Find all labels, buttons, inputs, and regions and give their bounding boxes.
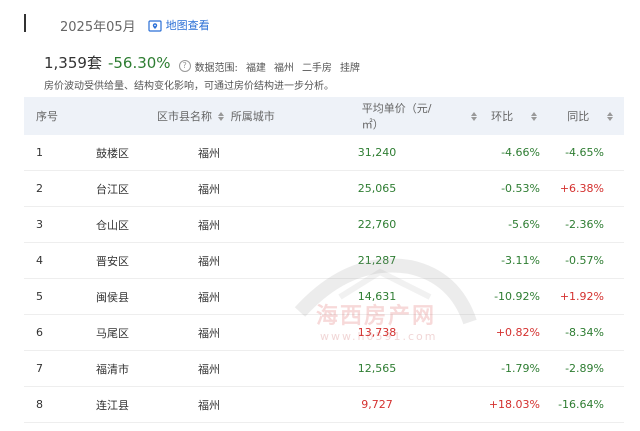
row-district-name: 闽侯县 bbox=[96, 290, 129, 304]
scope-tag-province: 福建 bbox=[245, 62, 266, 74]
row-yoy-change: -8.34% bbox=[565, 326, 604, 339]
row-mom-change: -5.6% bbox=[508, 218, 540, 231]
row-mom-change: -4.66% bbox=[501, 146, 540, 159]
header-no: 序号 bbox=[36, 110, 58, 123]
scope-label: 数据范围: bbox=[194, 62, 238, 74]
scope-tag-status: 挂牌 bbox=[339, 62, 360, 74]
header-hb-label: 环比 bbox=[491, 110, 514, 123]
row-mom-change: -0.53% bbox=[501, 182, 540, 195]
row-district-name: 晋安区 bbox=[96, 254, 129, 268]
table-header: 序号 区市县名称 所属城市 平均单价（元/㎡） 环比 同比 bbox=[24, 97, 624, 135]
row-city: 福州 bbox=[198, 398, 220, 412]
header-hb[interactable]: 环比 bbox=[477, 108, 557, 124]
row-no: 3 bbox=[36, 218, 43, 231]
summary-row: 1,359套 -56.30% ? 数据范围: 福建 福州 二手房 挂牌 bbox=[44, 52, 360, 74]
watermark-text: 海西房产网 bbox=[316, 304, 437, 329]
row-avg-price: 25,065 bbox=[357, 182, 397, 195]
text-cursor-bar bbox=[24, 14, 26, 32]
row-mom-change: -1.79% bbox=[501, 362, 540, 375]
map-view-label: 地图查看 bbox=[165, 19, 210, 32]
row-district-name: 仓山区 bbox=[96, 218, 129, 232]
sort-icon[interactable] bbox=[218, 111, 225, 121]
row-yoy-change: -2.89% bbox=[565, 362, 604, 375]
row-no: 8 bbox=[36, 398, 43, 411]
map-pin-icon bbox=[148, 18, 162, 32]
sort-icon[interactable] bbox=[531, 111, 538, 121]
help-icon[interactable]: ? bbox=[178, 60, 191, 72]
header-row: 2025年05月 地图查看 bbox=[60, 15, 210, 35]
row-avg-price: 22,760 bbox=[357, 218, 397, 231]
table-row[interactable]: 3 仓山区 福州 22,760 -5.6% -2.36% bbox=[24, 207, 624, 243]
row-district-name: 连江县 bbox=[96, 398, 129, 412]
period-label: 2025年05月 bbox=[60, 19, 136, 35]
table-row[interactable]: 8 连江县 福州 9,727 +18.03% -16.64% bbox=[24, 387, 624, 423]
row-mom-change: -10.92% bbox=[494, 290, 540, 303]
row-avg-price: 12,565 bbox=[357, 362, 397, 375]
row-district-name: 台江区 bbox=[96, 182, 129, 196]
district-price-table: 序号 区市县名称 所属城市 平均单价（元/㎡） 环比 同比 1 鼓楼区 福州 31,2… bbox=[24, 97, 624, 423]
table-row[interactable]: 7 福清市 福州 12,565 -1.79% -2.89% bbox=[24, 351, 624, 387]
header-tb[interactable]: 同比 bbox=[557, 108, 624, 124]
row-no: 1 bbox=[36, 146, 43, 159]
header-city: 所属城市 bbox=[231, 108, 318, 124]
header-price-label: 平均单价（元/㎡） bbox=[361, 102, 432, 131]
table-row[interactable]: 1 鼓楼区 福州 31,240 -4.66% -4.65% bbox=[24, 135, 624, 171]
row-district-name: 福清市 bbox=[96, 362, 129, 376]
note-text: 房价波动受供给量、结构变化影响，可通过房价结构进一步分析。 bbox=[44, 81, 334, 92]
data-scope: ? 数据范围: 福建 福州 二手房 挂牌 bbox=[178, 59, 360, 74]
header-name[interactable]: 区市县名称 bbox=[87, 108, 231, 124]
row-yoy-change: -2.36% bbox=[565, 218, 604, 231]
row-city: 福州 bbox=[198, 326, 220, 340]
row-yoy-change: -16.64% bbox=[558, 398, 604, 411]
row-avg-price: 31,240 bbox=[357, 146, 397, 159]
row-city: 福州 bbox=[198, 146, 220, 160]
row-no: 6 bbox=[36, 326, 43, 339]
row-district-name: 鼓楼区 bbox=[96, 146, 129, 160]
row-yoy-change: -4.65% bbox=[565, 146, 604, 159]
row-no: 5 bbox=[36, 290, 43, 303]
row-avg-price: 9,727 bbox=[361, 398, 393, 411]
row-yoy-change: +6.38% bbox=[559, 182, 604, 195]
listing-total: 1,359套 bbox=[44, 54, 102, 72]
row-no: 7 bbox=[36, 362, 43, 375]
row-no: 4 bbox=[36, 254, 43, 267]
row-no: 2 bbox=[36, 182, 43, 195]
row-mom-change: -3.11% bbox=[501, 254, 540, 267]
row-district-name: 马尾区 bbox=[96, 326, 129, 340]
row-city: 福州 bbox=[198, 290, 220, 304]
row-yoy-change: -0.57% bbox=[565, 254, 604, 267]
scope-tag-city: 福州 bbox=[273, 62, 294, 74]
map-view-link[interactable]: 地图查看 bbox=[148, 17, 210, 33]
listing-change: -56.30% bbox=[107, 54, 171, 72]
header-tb-label: 同比 bbox=[567, 110, 590, 123]
row-city: 福州 bbox=[198, 362, 220, 376]
row-mom-change: +0.82% bbox=[495, 326, 540, 339]
row-yoy-change: +1.92% bbox=[559, 290, 604, 303]
row-avg-price: 21,287 bbox=[357, 254, 397, 267]
table-row[interactable]: 4 晋安区 福州 21,287 -3.11% -0.57% bbox=[24, 243, 624, 279]
row-city: 福州 bbox=[198, 254, 220, 268]
table-body: 1 鼓楼区 福州 31,240 -4.66% -4.65% 2 台江区 福州 25,065 -0.5… bbox=[24, 135, 624, 423]
row-city: 福州 bbox=[198, 218, 220, 232]
row-city: 福州 bbox=[198, 182, 220, 196]
watermark-url: www.h0591.com bbox=[320, 330, 438, 343]
scope-tag-type: 二手房 bbox=[301, 62, 332, 74]
header-price[interactable]: 平均单价（元/㎡） bbox=[318, 100, 478, 132]
header-name-label: 区市县名称 bbox=[157, 110, 213, 123]
sort-icon[interactable] bbox=[607, 111, 614, 121]
row-mom-change: +18.03% bbox=[488, 398, 540, 411]
header-city-label: 所属城市 bbox=[230, 110, 275, 123]
table-row[interactable]: 2 台江区 福州 25,065 -0.53% +6.38% bbox=[24, 171, 624, 207]
